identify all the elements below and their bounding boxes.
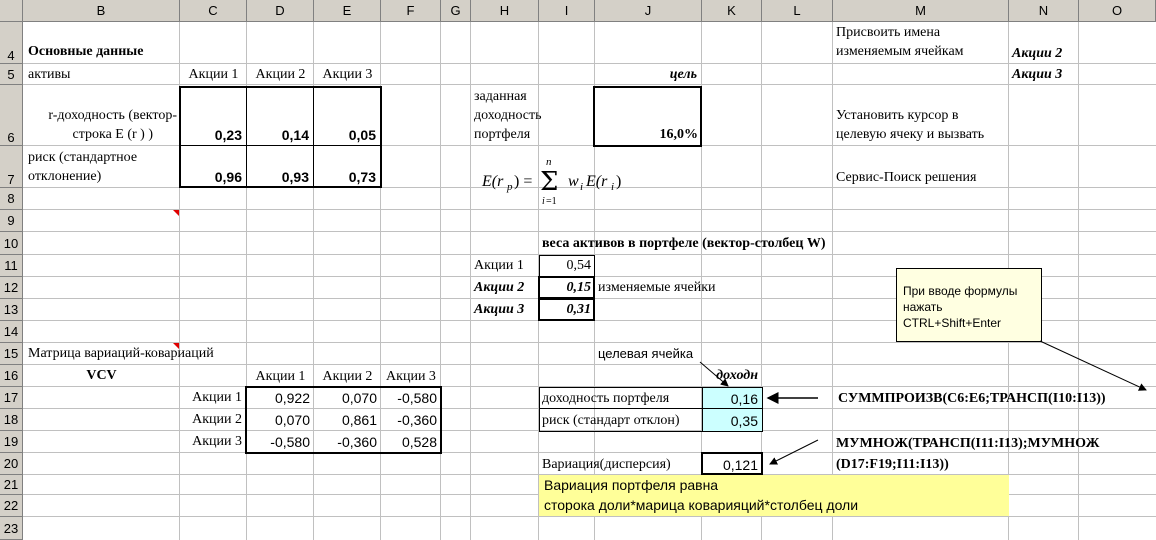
note-arrow — [1039, 340, 1147, 391]
arrows-overlay — [699, 340, 1147, 465]
target-cell-arrow — [699, 361, 729, 387]
variance-arrow — [769, 439, 819, 465]
spreadsheet-grid[interactable]: B C D E F G H I J K L M N O 4 5 6 7 8 9 … — [0, 0, 1156, 540]
